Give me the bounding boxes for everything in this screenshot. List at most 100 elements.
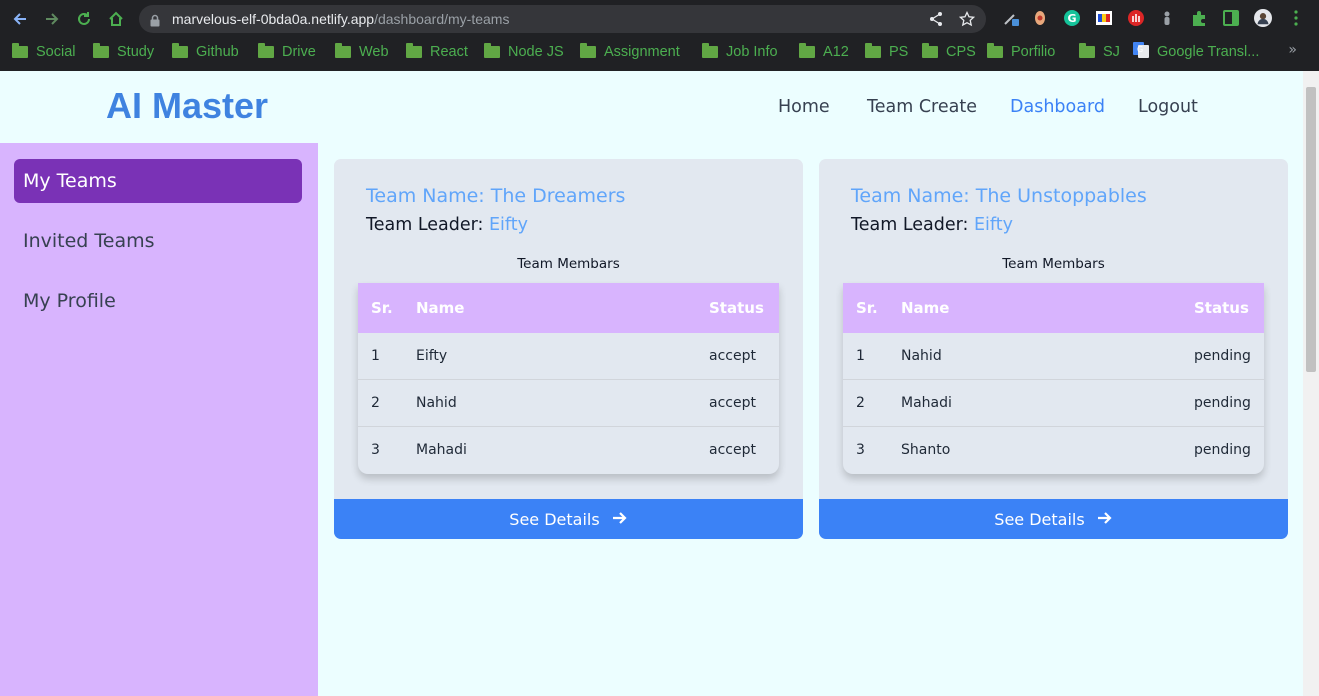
bookmark-folder[interactable]: Social xyxy=(12,42,76,62)
table-row: 1 Eifty accept xyxy=(358,333,779,380)
browser-menu-icon[interactable] xyxy=(1287,9,1305,27)
bookmark-folder[interactable]: SJ xyxy=(1079,42,1120,62)
team-name-prefix: Team Name: xyxy=(366,185,491,207)
folder-icon xyxy=(865,43,881,58)
nav-dashboard[interactable]: Dashboard xyxy=(1010,97,1105,117)
sidebar-item-invited-teams[interactable]: Invited Teams xyxy=(14,219,302,263)
forward-arrow-icon[interactable] xyxy=(41,8,63,30)
back-arrow-icon[interactable] xyxy=(9,8,31,30)
grammarly-icon[interactable]: G xyxy=(1063,9,1081,27)
member-status: pending xyxy=(1194,442,1251,458)
folder-icon xyxy=(580,43,596,58)
see-details-button[interactable]: See Details xyxy=(819,499,1288,539)
team-name: Team Name: The Unstoppables xyxy=(851,185,1147,207)
column-header-status: Status xyxy=(709,299,764,317)
team-name-value: The Unstoppables xyxy=(975,185,1147,207)
reload-icon[interactable] xyxy=(73,8,95,30)
bookmark-folder[interactable]: Study xyxy=(93,42,154,62)
folder-icon xyxy=(172,43,188,58)
member-sr: 1 xyxy=(856,348,865,364)
bookmark-folder[interactable]: Drive xyxy=(258,42,316,62)
bookmarks-overflow-button[interactable]: » xyxy=(1288,42,1297,58)
page-scrollbar[interactable] xyxy=(1303,71,1319,696)
bookmark-folder[interactable]: Porfilio xyxy=(987,42,1055,62)
table-header: Sr. Name Status xyxy=(843,283,1264,333)
dashboard-sidebar: My Teams Invited Teams My Profile xyxy=(0,143,318,696)
team-leader-value: Eifty xyxy=(973,215,1013,235)
bookmark-label: Node JS xyxy=(508,44,564,60)
google-translate-icon: G xyxy=(1133,42,1149,62)
figure-extension-icon[interactable] xyxy=(1158,9,1176,27)
team-name: Team Name: The Dreamers xyxy=(366,185,625,207)
members-caption: Team Membars xyxy=(517,256,620,272)
bookmark-label: Drive xyxy=(282,44,316,60)
sidebar-item-label: Invited Teams xyxy=(23,230,155,252)
arrow-right-icon xyxy=(612,510,628,529)
star-icon[interactable] xyxy=(958,10,976,27)
url-text: marvelous-elf-0bda0a.netlify.app/dashboa… xyxy=(172,11,509,27)
folder-icon xyxy=(799,43,815,58)
column-header-name: Name xyxy=(901,299,950,317)
sidebar-item-label: My Profile xyxy=(23,290,116,312)
member-name: Mahadi xyxy=(416,442,467,458)
puzzle-extensions-icon[interactable] xyxy=(1190,9,1208,27)
side-panel-icon[interactable] xyxy=(1222,9,1240,27)
bookmark-google-translate[interactable]: G Google Transl... xyxy=(1133,42,1259,62)
team-leader-prefix: Team Leader: xyxy=(366,215,489,235)
see-details-label: See Details xyxy=(509,509,600,529)
see-details-label: See Details xyxy=(994,509,1085,529)
bookmark-folder[interactable]: PS xyxy=(865,42,908,62)
member-status: accept xyxy=(709,442,756,458)
folder-icon xyxy=(484,43,500,58)
eyedropper-extension-icon[interactable] xyxy=(1002,9,1020,27)
share-icon[interactable] xyxy=(928,11,944,27)
bookmark-folder[interactable]: React xyxy=(406,42,468,62)
nav-team-create[interactable]: Team Create xyxy=(867,97,977,117)
home-icon[interactable] xyxy=(105,8,127,30)
nav-home[interactable]: Home xyxy=(778,97,830,117)
bookmark-folder[interactable]: Assignment xyxy=(580,42,680,62)
bookmark-label: A12 xyxy=(823,44,849,60)
address-bar[interactable]: marvelous-elf-0bda0a.netlify.app/dashboa… xyxy=(139,5,986,33)
sidebar-item-my-profile[interactable]: My Profile xyxy=(14,279,302,323)
bookmark-label: Github xyxy=(196,44,239,60)
member-name: Nahid xyxy=(901,348,942,364)
url-path: /dashboard/my-teams xyxy=(374,11,510,27)
folder-icon xyxy=(93,43,109,58)
bookmark-folder[interactable]: Web xyxy=(335,42,389,62)
folder-icon xyxy=(12,43,28,58)
site-logo[interactable]: AI Master xyxy=(106,85,268,127)
column-header-sr: Sr. xyxy=(856,299,878,317)
nav-logout[interactable]: Logout xyxy=(1138,97,1198,117)
team-name-prefix: Team Name: xyxy=(851,185,976,207)
ear-extension-icon[interactable] xyxy=(1031,9,1049,27)
scrollbar-thumb[interactable] xyxy=(1306,87,1316,372)
sidebar-item-label: My Teams xyxy=(23,170,117,192)
bookmark-label: Porfilio xyxy=(1011,44,1056,60)
member-status: pending xyxy=(1194,348,1251,364)
member-name: Mahadi xyxy=(901,395,952,411)
flag-extension-icon[interactable] xyxy=(1095,9,1113,27)
table-row: 3 Mahadi accept xyxy=(358,427,779,474)
column-header-name: Name xyxy=(416,299,465,317)
hand-extension-icon[interactable] xyxy=(1127,9,1145,27)
team-card: Team Name: The Unstoppables Team Leader:… xyxy=(819,159,1288,539)
see-details-button[interactable]: See Details xyxy=(334,499,803,539)
folder-icon xyxy=(922,43,938,58)
bookmark-label: PS xyxy=(889,44,909,60)
bookmark-folder[interactable]: CPS xyxy=(922,42,976,62)
sidebar-item-my-teams[interactable]: My Teams xyxy=(14,159,302,203)
bookmark-folder[interactable]: A12 xyxy=(799,42,849,62)
team-leader: Team Leader: Eifty xyxy=(851,215,1013,235)
table-row: 1 Nahid pending xyxy=(843,333,1264,380)
profile-avatar-icon[interactable] xyxy=(1254,9,1272,27)
bookmark-label: Assignment xyxy=(604,44,680,60)
bookmark-folder[interactable]: Node JS xyxy=(484,42,564,62)
browser-chrome: marvelous-elf-0bda0a.netlify.app/dashboa… xyxy=(0,0,1319,71)
members-table: Sr. Name Status 1 Eifty accept 2 Nahid a… xyxy=(358,283,779,474)
url-host: marvelous-elf-0bda0a.netlify.app xyxy=(172,11,375,27)
folder-icon xyxy=(258,43,274,58)
bookmark-folder[interactable]: Github xyxy=(172,42,239,62)
bookmark-folder[interactable]: Job Info xyxy=(702,42,778,62)
member-sr: 1 xyxy=(371,348,380,364)
